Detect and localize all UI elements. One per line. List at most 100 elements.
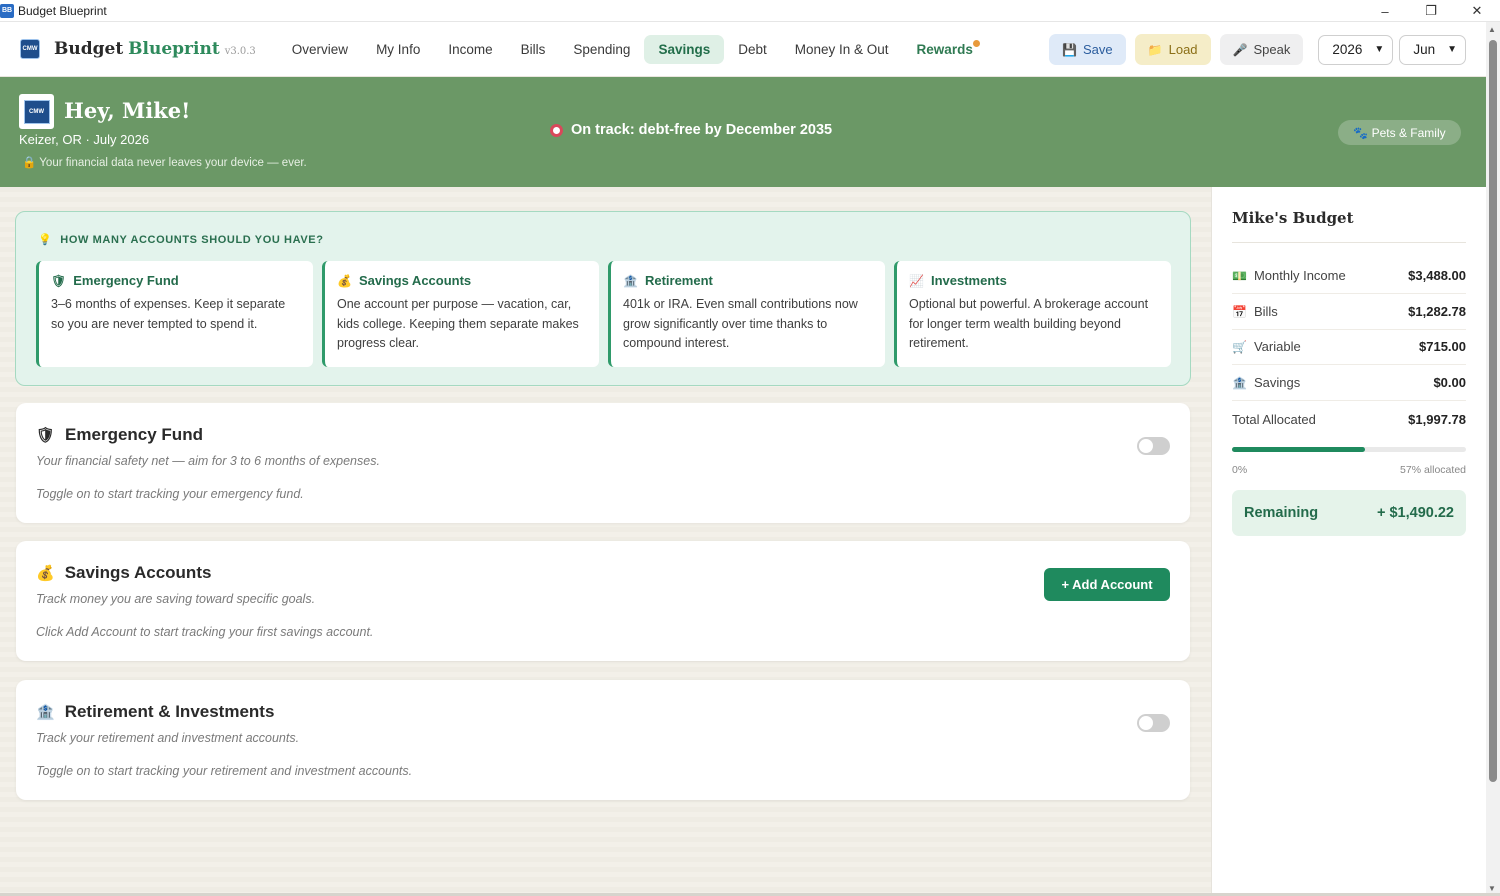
retirement-toggle[interactable] bbox=[1137, 714, 1170, 732]
vertical-scrollbar[interactable]: ▲ ▼ bbox=[1486, 22, 1500, 896]
remaining-value: + $1,490.22 bbox=[1376, 505, 1454, 521]
year-select[interactable]: 2026 ▼ bbox=[1318, 34, 1394, 65]
nav-my-info[interactable]: My Info bbox=[362, 35, 434, 64]
nav-spending[interactable]: Spending bbox=[559, 35, 644, 64]
nav-links: Overview My Info Income Bills Spending S… bbox=[278, 34, 987, 64]
maximize-icon[interactable]: ❐ bbox=[1408, 0, 1454, 22]
lightbulb-icon: 💡 bbox=[38, 234, 53, 246]
window-title: Budget Blueprint bbox=[18, 3, 107, 18]
bank-icon: 🏦 bbox=[36, 704, 55, 721]
minimize-icon[interactable]: – bbox=[1362, 0, 1408, 22]
card-title: 🏦 Retirement & Investments bbox=[36, 702, 274, 722]
tip-title-text: Investments bbox=[930, 273, 1007, 288]
privacy-note: 🔒 Your financial data never leaves your … bbox=[22, 157, 307, 169]
add-account-button[interactable]: + Add Account bbox=[1044, 568, 1170, 601]
toggle-knob bbox=[1139, 716, 1153, 730]
tip-title-text: Emergency Fund bbox=[73, 273, 179, 288]
tip-title: 💰 Savings Accounts bbox=[337, 273, 587, 288]
nav-income[interactable]: Income bbox=[434, 35, 506, 64]
card-subtitle: Track money you are saving toward specif… bbox=[36, 592, 316, 606]
close-icon[interactable]: ✕ bbox=[1454, 0, 1500, 22]
nav-actions: 💾 Save 📁 Load 🎤 Speak 2026 ▼ Jun ▼ bbox=[1049, 34, 1466, 65]
folder-icon: 📁 bbox=[1147, 42, 1163, 57]
top-nav: CMW Budget Blueprint v3.0.3 Overview My … bbox=[0, 22, 1486, 77]
calendar-icon: 📅 bbox=[1232, 304, 1247, 319]
tip-emergency-fund: 🛡 Emergency Fund 3–6 months of expenses. … bbox=[36, 261, 313, 367]
tip-text: 401k or IRA. Even small contributions no… bbox=[623, 297, 858, 350]
load-button[interactable]: 📁 Load bbox=[1134, 34, 1211, 65]
chevron-down-icon: ▼ bbox=[1374, 44, 1385, 55]
divider bbox=[1232, 242, 1466, 243]
card-title: 🛡 Emergency Fund bbox=[36, 425, 203, 445]
tip-retirement: 🏦 Retirement 401k or IRA. Even small cont… bbox=[608, 261, 885, 367]
card-hint: Toggle on to start tracking your retirem… bbox=[36, 764, 413, 778]
nav-bills[interactable]: Bills bbox=[507, 35, 560, 64]
total-label: Total Allocated bbox=[1232, 411, 1316, 427]
scrollbar-thumb[interactable] bbox=[1489, 40, 1497, 782]
tip-title: 🛡 Emergency Fund bbox=[51, 273, 301, 288]
nav-debt[interactable]: Debt bbox=[724, 35, 781, 64]
year-value: 2026 bbox=[1332, 42, 1363, 57]
row-label-text: Variable bbox=[1253, 339, 1301, 354]
scroll-up-icon[interactable]: ▲ bbox=[1488, 25, 1496, 34]
target-icon bbox=[550, 123, 563, 137]
speak-button[interactable]: 🎤 Speak bbox=[1219, 34, 1304, 65]
nav-money-in-out[interactable]: Money In & Out bbox=[781, 35, 903, 64]
row-label: 🏦 Savings bbox=[1232, 375, 1300, 390]
card-title-text: Savings Accounts bbox=[64, 563, 212, 582]
pets-family-button[interactable]: 🐾 Pets & Family bbox=[1338, 120, 1461, 145]
savings-accounts-card: 💰 Savings Accounts Track money you are sa… bbox=[16, 541, 1190, 661]
shield-icon: 🛡 bbox=[51, 273, 67, 288]
tip-title: 📈 Investments bbox=[909, 273, 1159, 288]
allocation-progress-bar bbox=[1232, 447, 1466, 452]
bank-icon: 🏦 bbox=[623, 273, 638, 288]
retirement-investments-card: 🏦 Retirement & Investments Track your ret… bbox=[16, 680, 1190, 800]
nav-savings[interactable]: Savings bbox=[644, 34, 725, 64]
scroll-down-icon[interactable]: ▼ bbox=[1488, 884, 1496, 893]
welcome-banner: CMW Hey, Mike! Keizer, OR · July 2026 🔒 … bbox=[0, 77, 1486, 187]
tip-savings-accounts: 💰 Savings Accounts One account per purpos… bbox=[322, 261, 599, 367]
tips-heading: 💡 HOW MANY ACCOUNTS SHOULD YOU HAVE? bbox=[38, 233, 324, 247]
remaining-label: Remaining bbox=[1244, 505, 1319, 521]
speak-label: Speak bbox=[1253, 42, 1291, 57]
floppy-icon: 💾 bbox=[1062, 42, 1078, 57]
nav-overview[interactable]: Overview bbox=[278, 35, 362, 64]
progress-allocated-label: 57% allocated bbox=[1400, 464, 1466, 476]
month-value: Jun bbox=[1413, 42, 1436, 57]
save-label: Save bbox=[1083, 42, 1113, 57]
emergency-fund-toggle[interactable] bbox=[1137, 437, 1170, 455]
card-subtitle: Track your retirement and investment acc… bbox=[36, 731, 300, 745]
nav-rewards[interactable]: Rewards bbox=[903, 35, 987, 64]
nav-rewards-label: Rewards bbox=[916, 41, 973, 57]
load-label: Load bbox=[1168, 42, 1198, 57]
microphone-icon: 🎤 bbox=[1232, 42, 1248, 57]
chevron-down-icon: ▼ bbox=[1447, 44, 1457, 55]
debt-status: On track: debt-free by December 2035 bbox=[550, 122, 832, 138]
month-select[interactable]: Jun ▼ bbox=[1399, 34, 1466, 65]
brand: Budget Blueprint v3.0.3 bbox=[54, 39, 256, 59]
budget-row-income: 💵 Monthly Income $3,488.00 bbox=[1232, 258, 1466, 294]
money-bag-icon: 💰 bbox=[337, 273, 352, 288]
window-controls: – ❐ ✕ bbox=[1362, 0, 1500, 22]
brand-name-accent: Blueprint bbox=[128, 39, 220, 59]
debt-status-text: On track: debt-free by December 2035 bbox=[571, 122, 833, 138]
progress-min-label: 0% bbox=[1232, 464, 1248, 476]
tip-text: One account per purpose — vacation, car,… bbox=[337, 297, 579, 350]
tip-title-text: Savings Accounts bbox=[358, 273, 472, 288]
brand-name: Budget bbox=[54, 39, 124, 59]
row-value: $715.00 bbox=[1419, 339, 1466, 354]
card-subtitle: Your financial safety net — aim for 3 to… bbox=[36, 454, 380, 468]
logo-icon: CMW bbox=[20, 39, 40, 59]
card-hint: Toggle on to start tracking your emergen… bbox=[36, 487, 304, 501]
avatar-logo: CMW bbox=[23, 99, 50, 124]
budget-row-savings: 🏦 Savings $0.00 bbox=[1232, 365, 1466, 401]
app-icon: BB bbox=[0, 3, 14, 18]
accounts-tips-panel: 💡 HOW MANY ACCOUNTS SHOULD YOU HAVE? 🛡 Eme… bbox=[15, 211, 1191, 386]
row-label: 🛒 Variable bbox=[1232, 339, 1301, 354]
tip-text: Optional but powerful. A brokerage accou… bbox=[909, 297, 1149, 350]
shield-icon: 🛡 bbox=[36, 427, 56, 444]
save-button[interactable]: 💾 Save bbox=[1049, 34, 1126, 65]
row-label: 💵 Monthly Income bbox=[1232, 268, 1346, 283]
tip-investments: 📈 Investments Optional but powerful. A br… bbox=[894, 261, 1171, 367]
budget-sidebar: Mike's Budget 💵 Monthly Income $3,488.00 📅… bbox=[1211, 187, 1486, 896]
